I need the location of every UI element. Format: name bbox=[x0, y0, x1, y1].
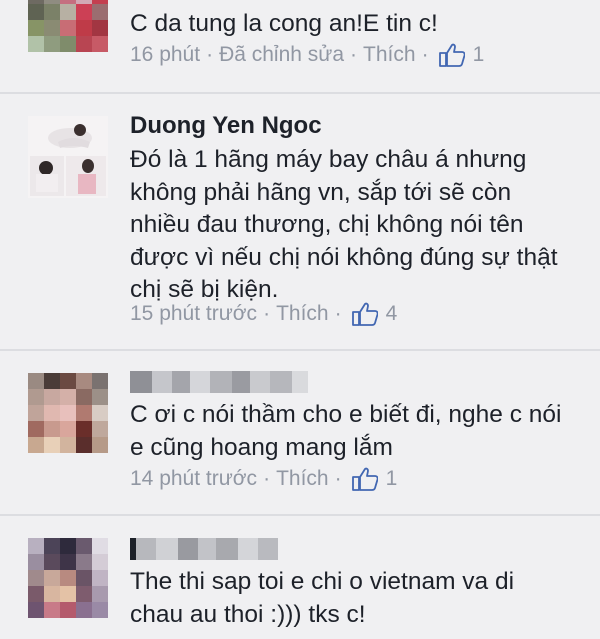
comment-1: C da tung la cong an!E tin c! 16 phút · … bbox=[0, 0, 600, 92]
comment-text: C da tung la cong an!E tin c! bbox=[130, 10, 438, 37]
timestamp: 15 phút trước bbox=[130, 302, 258, 325]
avatar-pixelated[interactable] bbox=[28, 373, 108, 453]
separator: · bbox=[421, 43, 429, 66]
separator: · bbox=[334, 302, 342, 325]
timestamp: 14 phút trước bbox=[130, 467, 258, 490]
avatar-photo[interactable] bbox=[28, 116, 108, 198]
comment-text: Đó là 1 hãng máy bay châu á nhưng không … bbox=[130, 146, 558, 303]
comment-meta: 14 phút trước · Thích · 1 bbox=[130, 467, 397, 491]
separator: · bbox=[263, 467, 271, 490]
comment-meta: 15 phút trước · Thích · 4 bbox=[130, 302, 397, 326]
author-name-redacted[interactable] bbox=[130, 371, 308, 393]
comment-text: The thi sap toi e chi o vietnam va di ch… bbox=[130, 568, 515, 628]
author-name-redacted[interactable] bbox=[130, 538, 278, 560]
comment-3: C ơi c nói thầm cho e biết đi, nghe c nó… bbox=[0, 351, 600, 514]
avatar-pixelated[interactable] bbox=[28, 0, 108, 52]
comment-text: C ơi c nói thầm cho e biết đi, nghe c nó… bbox=[130, 401, 562, 461]
thumbs-up-icon[interactable] bbox=[438, 43, 465, 67]
thumbs-up-icon[interactable] bbox=[351, 467, 378, 491]
author-name[interactable]: Duong Yen Ngoc bbox=[130, 112, 322, 140]
comment-2: Duong Yen Ngoc Đó là 1 hãng máy bay châu… bbox=[0, 94, 600, 349]
like-count: 1 bbox=[385, 467, 398, 490]
like-link[interactable]: Thích bbox=[363, 43, 416, 67]
separator: · bbox=[350, 43, 358, 66]
avatar-pixelated[interactable] bbox=[28, 538, 108, 618]
like-link[interactable]: Thích bbox=[276, 302, 329, 326]
thumbs-up-icon[interactable] bbox=[351, 302, 378, 326]
comment-meta: 16 phút · Đã chỉnh sửa · Thích · 1 bbox=[130, 43, 484, 67]
comment-4: The thi sap toi e chi o vietnam va di ch… bbox=[0, 516, 600, 639]
separator: · bbox=[334, 467, 342, 490]
like-link[interactable]: Thích bbox=[276, 467, 329, 491]
like-count: 4 bbox=[385, 302, 398, 325]
separator: · bbox=[263, 302, 271, 325]
separator: · bbox=[206, 43, 214, 66]
edited-label[interactable]: Đã chỉnh sửa bbox=[219, 43, 344, 67]
like-count: 1 bbox=[472, 43, 485, 66]
timestamp: 16 phút bbox=[130, 43, 201, 66]
